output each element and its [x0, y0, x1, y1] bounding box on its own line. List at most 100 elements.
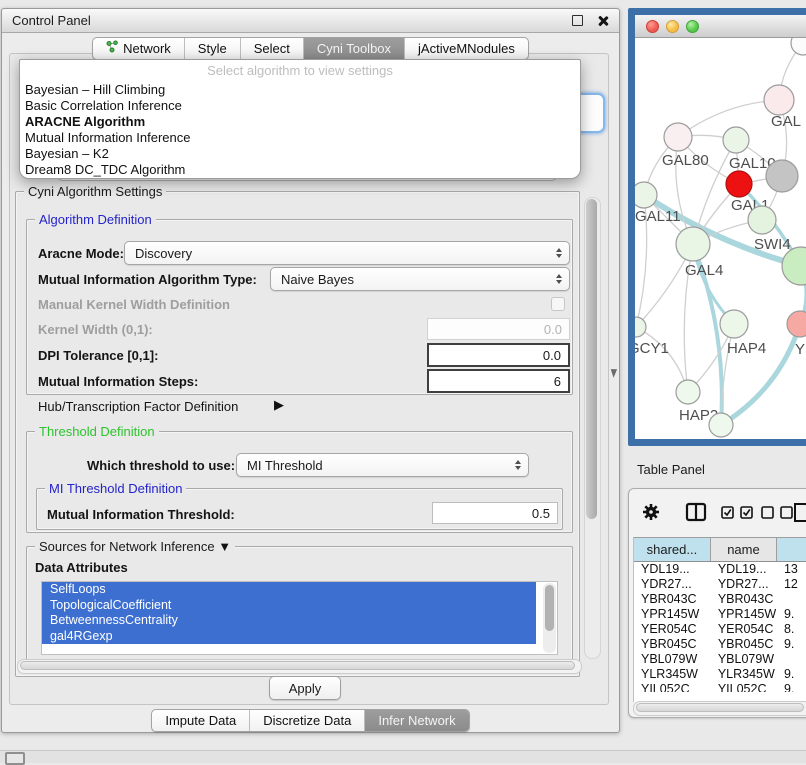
network-canvas[interactable]: GALGAL80GAL10GAL1GAL11SWI4GAL4GCY1HAP4YH… [635, 38, 806, 440]
table-cell: YBR045C [711, 637, 777, 652]
column-header[interactable] [777, 538, 806, 561]
algorithm-option[interactable]: Bayesian – Hill Climbing [20, 82, 580, 98]
collapse-right-arrow-icon[interactable]: ▶ [274, 397, 284, 413]
sources-group-title[interactable]: Sources for Network Inference ▼ [35, 539, 235, 554]
table-row[interactable]: YDR27...YDR27...12 [634, 577, 806, 592]
kernel-width-field[interactable]: 0.0 [427, 318, 570, 340]
mi-algorithm-type-combo[interactable]: Naive Bayes [270, 267, 570, 291]
split-columns-icon[interactable] [685, 502, 707, 522]
node-label: Y [795, 341, 805, 358]
hub-definition-label[interactable]: Hub/Transcription Factor Definition [38, 399, 238, 414]
data-attribute-item[interactable]: SelfLoops [42, 582, 536, 598]
node-table[interactable]: shared...name YDL19...YDL19...13YDR27...… [633, 537, 806, 702]
apply-button[interactable]: Apply [269, 676, 341, 700]
scrollbar-thumb[interactable] [545, 585, 554, 631]
close-icon[interactable] [597, 15, 609, 27]
mi-steps-field[interactable]: 6 [427, 369, 570, 393]
algorithm-option[interactable]: ARACNE Algorithm [20, 114, 580, 130]
network-node-y[interactable] [787, 311, 806, 337]
function-builder-icon[interactable] [793, 502, 806, 523]
list-scrollbar[interactable] [543, 583, 556, 653]
node-label: GAL11 [635, 208, 681, 225]
table-row[interactable]: YBR043CYBR043C [634, 592, 806, 607]
network-node-gal4[interactable] [676, 227, 710, 261]
tab-label: Network [123, 38, 171, 59]
network-node-gal[interactable] [764, 85, 794, 115]
table-panel: shared...name YDL19...YDL19...13YDR27...… [628, 488, 806, 718]
gear-icon[interactable] [641, 502, 661, 522]
table-cell: YER054C [634, 622, 711, 637]
tab-discretize-data[interactable]: Discretize Data [250, 710, 365, 731]
scrollbar-thumb[interactable] [636, 703, 804, 712]
network-node[interactable] [766, 160, 798, 192]
network-node-hap2[interactable] [676, 380, 700, 404]
control-panel-window: Control Panel NetworkStyleSelectCyni Too… [1, 8, 620, 733]
network-node-gal80[interactable] [664, 123, 692, 151]
network-node-gcy1[interactable] [635, 317, 646, 337]
table-cell: 8. [777, 622, 806, 637]
scrollbar-thumb[interactable] [586, 199, 597, 519]
data-attribute-item[interactable]: TopologicalCoefficient [42, 598, 536, 614]
settings-group-title: Cyni Algorithm Settings [24, 184, 166, 199]
table-cell: 9. [777, 637, 806, 652]
minimize-traffic-light-icon[interactable] [666, 20, 679, 33]
table-row[interactable]: YBR045CYBR045C9. [634, 637, 806, 652]
table-row[interactable]: YLR345WYLR345W9. [634, 667, 806, 682]
table-row[interactable]: YIL052CYIL052C9. [634, 682, 806, 692]
tab-network[interactable]: Network [93, 38, 185, 59]
table-cell: YBR045C [634, 637, 711, 652]
tab-select[interactable]: Select [241, 38, 304, 59]
network-node[interactable] [709, 413, 733, 437]
close-traffic-light-icon[interactable] [646, 20, 659, 33]
table-cell [777, 652, 806, 667]
select-all-columns-icon[interactable] [721, 506, 755, 519]
data-attribute-item[interactable]: BetweennessCentrality [42, 613, 536, 629]
table-cell: YPR145W [634, 607, 711, 622]
table-horizontal-scrollbar[interactable] [633, 701, 806, 716]
algorithm-option[interactable]: Mutual Information Inference [20, 130, 580, 146]
unselect-all-columns-icon[interactable] [761, 506, 795, 519]
data-attributes-list[interactable]: SelfLoopsTopologicalCoefficientBetweenne… [41, 581, 558, 655]
table-row[interactable]: YDL19...YDL19...13 [634, 562, 806, 577]
table-row[interactable]: YPR145WYPR145W9. [634, 607, 806, 622]
tab-jactivemnodules[interactable]: jActiveMNodules [405, 38, 528, 59]
algorithm-popup-placeholder: Select algorithm to view settings [20, 60, 580, 82]
table-cell: YBR043C [711, 592, 777, 607]
network-node-gal1[interactable] [726, 171, 752, 197]
tab-infer-network[interactable]: Infer Network [365, 710, 468, 731]
column-header[interactable]: name [711, 538, 777, 561]
minimized-panel-icon[interactable] [5, 752, 25, 765]
settings-horizontal-scrollbar[interactable] [17, 659, 582, 674]
network-node-swi4[interactable] [748, 206, 776, 234]
network-node-gal10[interactable] [723, 127, 749, 153]
data-attribute-item[interactable]: gal4RGexp [42, 629, 536, 645]
collapse-down-arrow-icon[interactable]: ▼ [218, 539, 231, 554]
manual-kernel-width-checkbox[interactable] [551, 297, 565, 311]
tab-cyni-toolbox[interactable]: Cyni Toolbox [304, 38, 405, 59]
scrollbar-thumb[interactable] [20, 661, 575, 670]
table-cell: YDL19... [711, 562, 777, 577]
network-node-gal11[interactable] [635, 182, 657, 208]
dpi-tolerance-label: DPI Tolerance [0,1]: [38, 348, 158, 363]
mi-threshold-field[interactable]: 0.5 [432, 502, 558, 524]
network-node-hap4[interactable] [720, 310, 748, 338]
settings-vertical-scrollbar[interactable] [584, 197, 601, 659]
algorithm-option[interactable]: Basic Correlation Inference [20, 98, 580, 114]
table-row[interactable]: YBL079WYBL079W [634, 652, 806, 667]
which-threshold-combo[interactable]: MI Threshold [236, 453, 529, 477]
float-window-icon[interactable] [572, 15, 583, 26]
dpi-tolerance-field[interactable]: 0.0 [427, 343, 570, 367]
table-cell: 12 [777, 577, 806, 592]
network-node[interactable] [791, 38, 806, 55]
tab-impute-data[interactable]: Impute Data [152, 710, 250, 731]
zoom-traffic-light-icon[interactable] [686, 20, 699, 33]
table-row[interactable]: YER054CYER054C8. [634, 622, 806, 637]
aracne-mode-combo[interactable]: Discovery [124, 241, 570, 265]
tab-style[interactable]: Style [185, 38, 241, 59]
combo-stepper-icon [556, 248, 562, 258]
algorithm-option[interactable]: Bayesian – K2 [20, 146, 580, 162]
column-header[interactable]: shared... [634, 538, 711, 561]
algorithm-option[interactable]: Dream8 DC_TDC Algorithm [20, 162, 580, 178]
table-cell: 9. [777, 607, 806, 622]
tab-label: jActiveMNodules [418, 38, 515, 59]
